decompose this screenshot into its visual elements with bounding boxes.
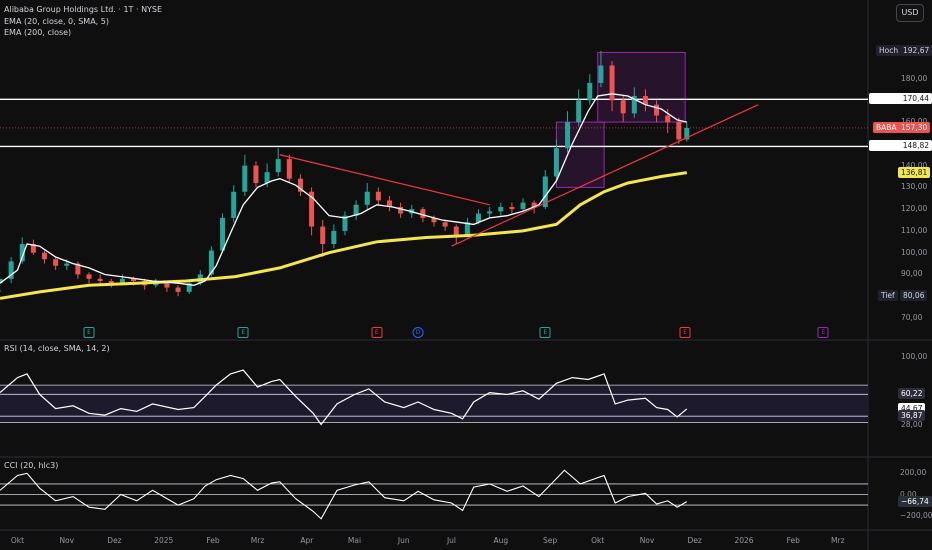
- rsi-lower-tag: 36,87: [898, 410, 926, 422]
- time-axis-label: Jul: [446, 536, 457, 545]
- time-axis-label: Jun: [397, 536, 410, 545]
- time-axis-label: Feb: [786, 536, 800, 545]
- candle-body: [587, 82, 593, 101]
- candle-body: [676, 122, 682, 140]
- event-marker-earnings-past-red[interactable]: E: [679, 327, 691, 338]
- candle-body: [654, 104, 660, 116]
- candle-body: [42, 252, 48, 260]
- candle-body: [275, 159, 281, 173]
- level-tag: 148,82: [869, 140, 932, 152]
- currency-button[interactable]: USD: [896, 4, 924, 22]
- price-axis-label: 90,00: [901, 269, 923, 279]
- trendline: [451, 104, 759, 247]
- candle-body: [520, 202, 526, 210]
- rsi-band: [0, 385, 868, 423]
- cci-axis-label: −200,00: [900, 510, 932, 520]
- time-axis-label: Dez: [687, 536, 702, 545]
- candle-body: [264, 172, 270, 184]
- candle-body: [509, 206, 515, 210]
- event-marker-dividend[interactable]: D: [412, 327, 424, 338]
- price-axis-label: 100,00: [901, 247, 928, 257]
- candle-body: [253, 165, 259, 184]
- candle-body: [164, 283, 170, 288]
- time-axis-label: 2026: [734, 536, 754, 545]
- cci-value-tag: −66,74: [898, 495, 932, 507]
- candle-body: [86, 274, 92, 279]
- event-marker-earnings-future[interactable]: E: [817, 327, 829, 338]
- candle-body: [331, 230, 337, 244]
- ema200-line: [0, 171, 688, 300]
- candle-body: [231, 191, 237, 218]
- level-tag: 170,44: [869, 93, 932, 105]
- cci-legend[interactable]: CCI (20, hlc3): [4, 461, 58, 470]
- rsi-legend[interactable]: RSI (14, close, SMA, 14, 2): [4, 344, 110, 353]
- rsi-axis-label: 100,00: [901, 352, 928, 361]
- time-axis-label: Okt: [591, 536, 605, 545]
- event-marker-earnings-past-red[interactable]: E: [371, 327, 383, 338]
- candle-body: [565, 122, 571, 149]
- ema200-tag: 136,81: [898, 166, 931, 178]
- time-axis-label: Mrz: [831, 536, 845, 545]
- event-marker-earnings-past[interactable]: E: [237, 327, 249, 338]
- symbol-tag: BABA: [873, 121, 900, 133]
- candle-body: [286, 159, 292, 179]
- candle-body: [375, 191, 381, 201]
- candle-body: [620, 100, 626, 114]
- time-axis-label: Aug: [493, 536, 509, 545]
- candle-body: [220, 217, 226, 251]
- time-axis-label: Feb: [206, 536, 220, 545]
- candle-body: [442, 222, 448, 227]
- candle-body: [64, 263, 70, 266]
- price-axis-label: 180,00: [901, 73, 928, 83]
- high-value: 192,67: [900, 44, 932, 56]
- candle-body: [498, 206, 504, 212]
- ema20-legend[interactable]: EMA (20, close, 0, SMA, 5): [4, 17, 109, 26]
- candle-body: [420, 209, 426, 218]
- candle-body: [553, 148, 559, 177]
- candle-body: [576, 100, 582, 123]
- candle-body: [97, 278, 103, 281]
- cci-axis-label: 200,00: [900, 468, 927, 478]
- time-axis-label: Mai: [347, 536, 362, 545]
- ema200-legend[interactable]: EMA (200, close): [4, 28, 71, 37]
- candle-body: [476, 213, 482, 223]
- candle-body: [53, 259, 59, 266]
- candle-body: [487, 211, 493, 214]
- time-axis-label: Nov: [639, 536, 655, 545]
- last-price-tag: 157,30: [898, 121, 931, 133]
- time-axis-label: Sep: [542, 536, 558, 545]
- range-box: [555, 121, 605, 188]
- high-label: Hoch: [876, 44, 902, 56]
- time-axis-label: Okt: [10, 536, 25, 545]
- price-chart-canvas[interactable]: [0, 0, 932, 550]
- rsi-ma-tag: 60,22: [898, 388, 926, 400]
- time-axis-label: Dez: [107, 536, 122, 545]
- time-axis-label: Nov: [59, 536, 75, 545]
- low-value: 80,06: [900, 290, 928, 302]
- price-axis-label: 70,00: [901, 313, 923, 322]
- event-marker-earnings-past[interactable]: E: [539, 327, 551, 338]
- price-axis-label: 120,00: [901, 204, 928, 214]
- candle-body: [364, 191, 370, 205]
- price-axis-label: 130,00: [901, 182, 928, 192]
- time-axis-label: Mrz: [250, 536, 265, 545]
- event-marker-earnings-past[interactable]: E: [83, 327, 95, 338]
- candle-body: [665, 115, 671, 123]
- candle-body: [609, 65, 615, 101]
- time-axis-label: 2025: [154, 536, 174, 545]
- price-axis-label: 110,00: [901, 225, 928, 235]
- candle-body: [320, 226, 326, 244]
- time-axis-label: Apr: [300, 536, 314, 545]
- candle-body: [598, 65, 604, 83]
- low-label: Tief: [878, 290, 898, 302]
- candle-body: [242, 165, 248, 192]
- candle-body: [175, 287, 181, 292]
- symbol-title: Alibaba Group Holdings Ltd. · 1T · NYSE: [4, 5, 163, 14]
- candle-body: [453, 226, 459, 236]
